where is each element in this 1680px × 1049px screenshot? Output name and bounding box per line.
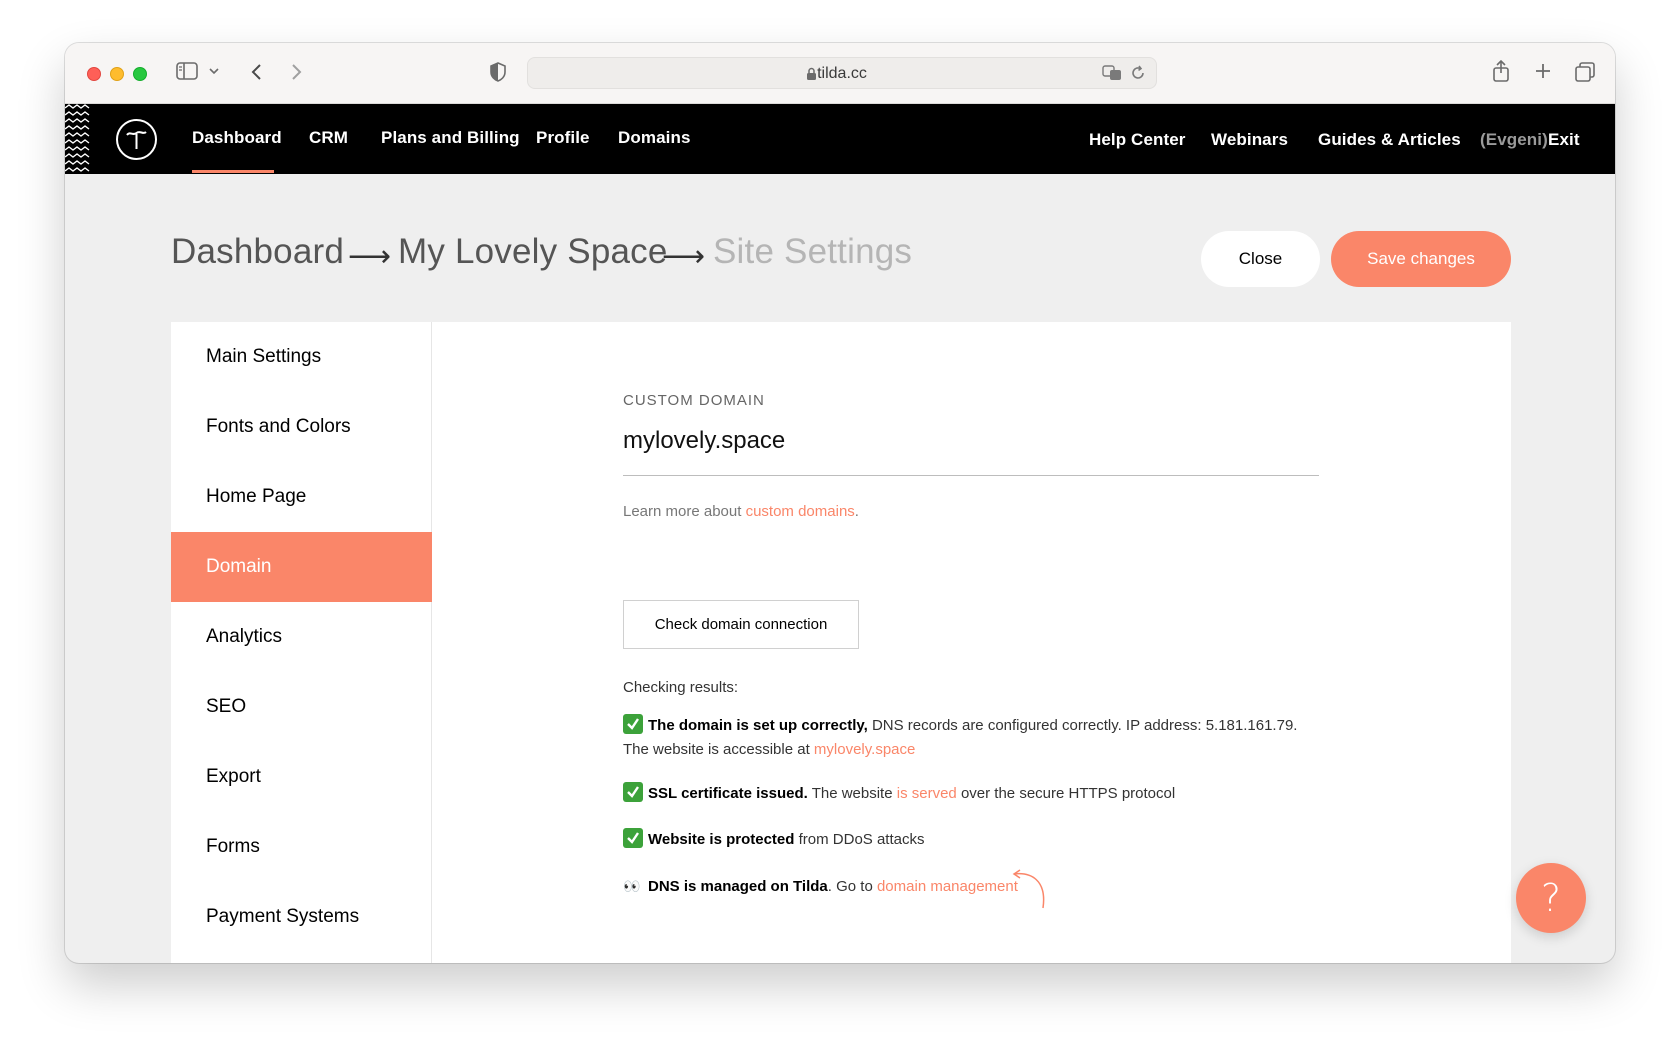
reload-icon[interactable] (1130, 65, 1146, 86)
check-mark-icon (623, 828, 643, 848)
learn-more-suffix: . (854, 503, 859, 520)
breadcrumb-separator: ⟶ (662, 240, 706, 273)
input-underline (623, 475, 1319, 476)
nav-webinars[interactable]: Webinars (1211, 130, 1288, 150)
nav-active-indicator (192, 170, 274, 173)
nav-help-center[interactable]: Help Center (1089, 130, 1186, 150)
custom-domain-label: CUSTOM DOMAIN (623, 392, 765, 409)
breadcrumb-project[interactable]: My Lovely Space (398, 232, 668, 272)
browser-toolbar: tilda.cc (65, 43, 1615, 104)
address-bar[interactable]: tilda.cc (527, 57, 1157, 89)
nav-plans-billing[interactable]: Plans and Billing (381, 128, 520, 148)
sidebar-item-main-settings[interactable]: Main Settings (171, 322, 432, 392)
result-domain-setup: The domain is set up correctly, DNS reco… (623, 714, 1297, 762)
close-window-button[interactable] (87, 67, 101, 81)
sidebar-toggle-icon[interactable] (176, 62, 198, 80)
nav-dashboard[interactable]: Dashboard (192, 128, 282, 148)
sidebar-item-home-page[interactable]: Home Page (171, 462, 432, 532)
sidebar-item-analytics[interactable]: Analytics (171, 602, 432, 672)
is-served-link[interactable]: is served (897, 785, 957, 802)
top-navigation: Dashboard CRM Plans and Billing Profile … (65, 104, 1615, 174)
translate-icon[interactable] (1102, 65, 1122, 86)
result-1-line2: The website is accessible at (623, 741, 814, 758)
url-text: tilda.cc (817, 65, 867, 82)
custom-domains-link[interactable]: custom domains (746, 503, 855, 520)
sidebar-item-payment-systems[interactable]: Payment Systems (171, 882, 432, 952)
check-domain-button[interactable]: Check domain connection (623, 600, 859, 649)
sidebar-item-domain[interactable]: Domain (171, 532, 432, 602)
tilda-logo-icon[interactable] (116, 119, 157, 160)
sidebar-item-fonts-colors[interactable]: Fonts and Colors (171, 392, 432, 462)
results-title: Checking results: (623, 679, 739, 696)
result-4-text: . Go to (827, 878, 877, 895)
privacy-shield-icon[interactable] (490, 62, 506, 82)
sidebar-item-seo[interactable]: SEO (171, 672, 432, 742)
check-mark-icon (623, 782, 643, 802)
breadcrumb-dashboard[interactable]: Dashboard (171, 232, 344, 272)
result-4-bold: DNS is managed on Tilda (648, 878, 828, 895)
sidebar-item-forms[interactable]: Forms (171, 812, 432, 882)
breadcrumb-separator: ⟶ (348, 240, 392, 273)
breadcrumb-current: Site Settings (713, 232, 913, 271)
nav-exit[interactable]: Exit (1548, 130, 1580, 150)
result-2-tail: over the secure HTTPS protocol (956, 785, 1176, 802)
custom-domain-input[interactable]: mylovely.space (623, 427, 785, 455)
nav-username: (Evgeni) (1480, 130, 1548, 149)
share-icon[interactable] (1492, 60, 1510, 82)
help-button[interactable]: ? (1516, 863, 1586, 933)
site-url-link[interactable]: mylovely.space (814, 741, 915, 758)
result-3-bold: Website is protected (648, 831, 795, 848)
nav-profile[interactable]: Profile (536, 128, 590, 148)
save-changes-button[interactable]: Save changes (1331, 231, 1511, 287)
forward-icon[interactable] (291, 63, 303, 81)
result-2-bold: SSL certificate issued. (648, 785, 808, 802)
domain-settings: CUSTOM DOMAIN mylovely.space Learn more … (433, 322, 1511, 963)
nav-domains[interactable]: Domains (618, 128, 691, 148)
result-dns: 👀 DNS is managed on Tilda. Go to domain m… (623, 874, 1018, 899)
result-2-text: The website (807, 785, 897, 802)
back-icon[interactable] (250, 63, 262, 81)
result-1-text: DNS records are configured correctly. IP… (867, 717, 1298, 734)
browser-window: tilda.cc Dashboard CRM Plans and Billing… (65, 43, 1615, 963)
result-ddos: Website is protected from DDoS attacks (623, 828, 924, 852)
sidebar-item-export[interactable]: Export (171, 742, 432, 812)
minimize-window-button[interactable] (110, 67, 124, 81)
result-3-text: from DDoS attacks (794, 831, 925, 848)
chevron-down-icon[interactable] (209, 67, 219, 75)
zigzag-decoration (65, 104, 90, 172)
tab-overview-icon[interactable] (1575, 62, 1595, 82)
settings-panel: Main Settings Fonts and Colors Home Page… (171, 322, 1511, 963)
eyes-icon: 👀 (623, 878, 641, 894)
result-ssl: SSL certificate issued. The website is s… (623, 782, 1175, 806)
nav-guides-articles[interactable]: Guides & Articles (1318, 130, 1461, 150)
learn-more-text: Learn more about custom domains. (623, 503, 859, 520)
close-button[interactable]: Close (1201, 231, 1320, 287)
zoom-window-button[interactable] (133, 67, 147, 81)
new-tab-icon[interactable] (1535, 63, 1551, 79)
result-1-bold: The domain is set up correctly, (648, 717, 868, 734)
domain-management-link[interactable]: domain management (877, 878, 1018, 895)
curved-arrow-icon (1012, 869, 1045, 909)
settings-sidebar: Main Settings Fonts and Colors Home Page… (171, 322, 432, 963)
check-mark-icon (623, 714, 643, 734)
nav-crm[interactable]: CRM (309, 128, 348, 148)
learn-more-prefix: Learn more about (623, 503, 746, 520)
